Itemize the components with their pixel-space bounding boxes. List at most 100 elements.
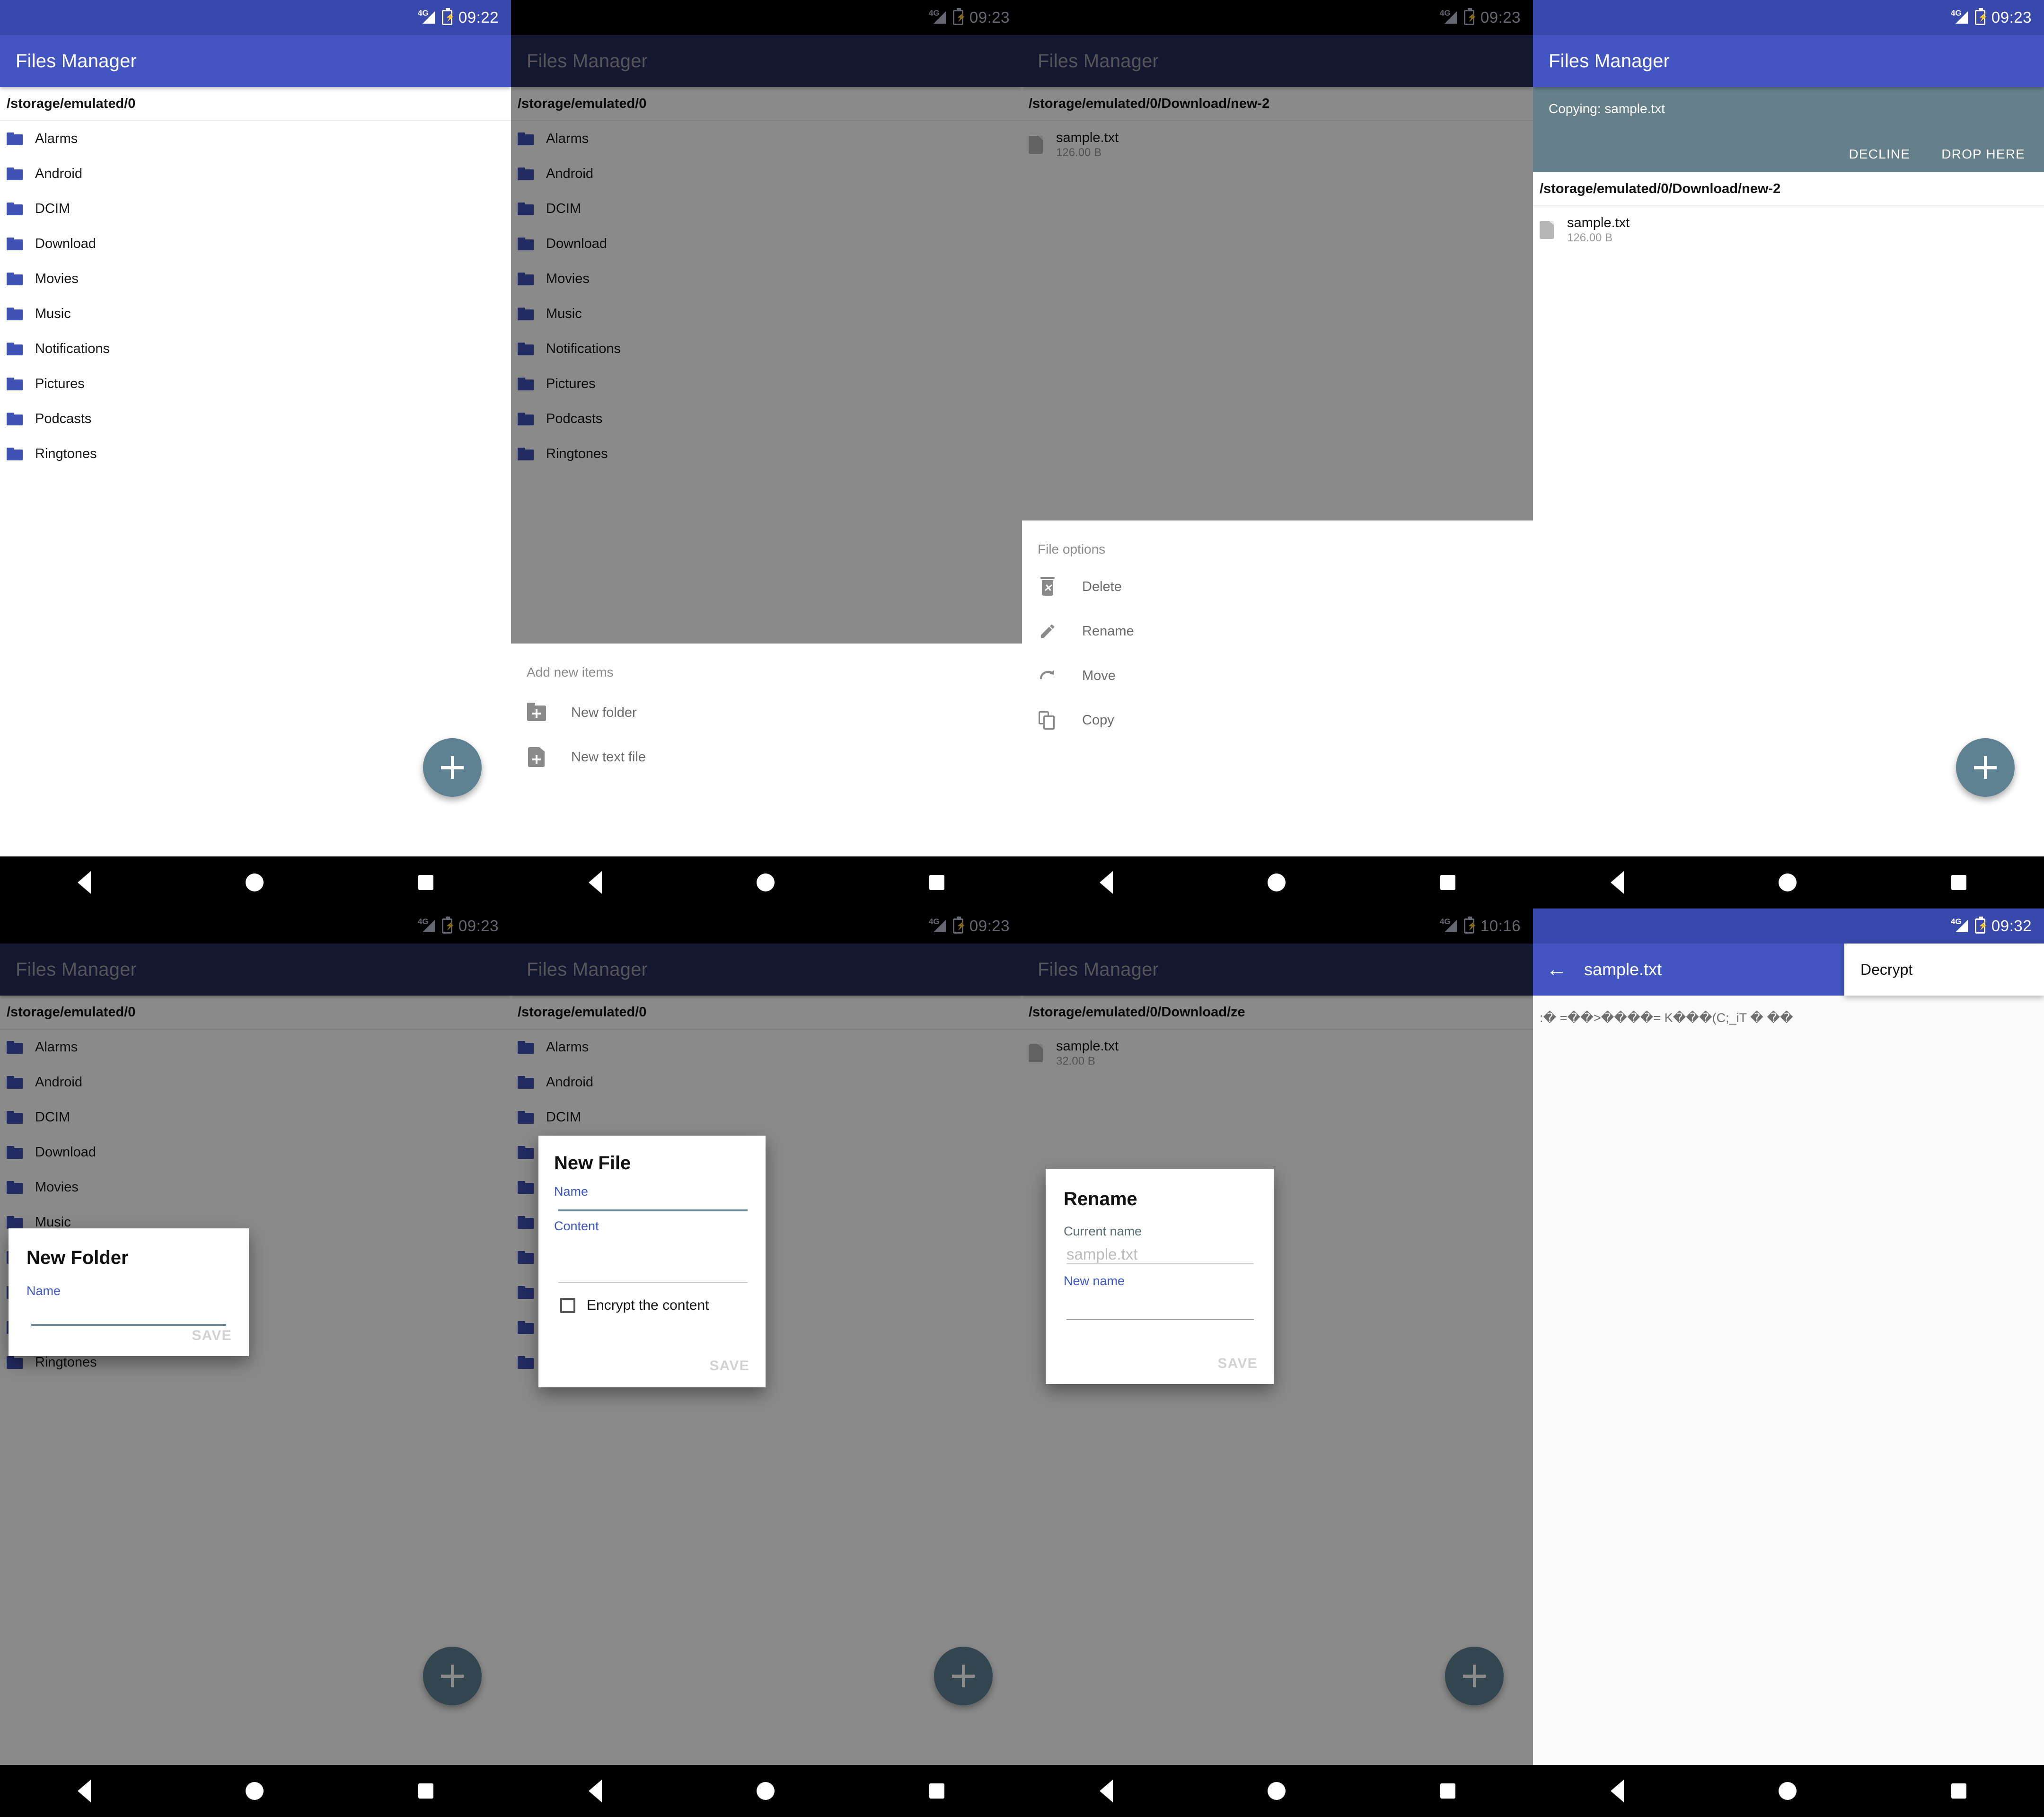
back-triangle-icon[interactable] xyxy=(1099,871,1113,894)
list-item-label: Notifications xyxy=(35,341,110,356)
sheet-item-delete[interactable]: ✕ Delete xyxy=(1022,565,1533,609)
list-item[interactable]: sample.txt 126.00 B xyxy=(1533,206,2044,254)
status-bar: 4G ⚡ 09:32 xyxy=(1533,908,2044,944)
rename-dialog: Rename Current name sample.txt New name … xyxy=(1046,1169,1274,1384)
file-options-sheet: File options ✕ Delete Rename Move Copy xyxy=(1022,520,1533,856)
list-item[interactable]: Download xyxy=(0,226,511,261)
recents-square-icon[interactable] xyxy=(1951,1783,1967,1799)
file-meta: sample.txt 126.00 B xyxy=(1567,215,1630,245)
android-nav-bar xyxy=(0,856,511,908)
list-item[interactable]: Android xyxy=(0,156,511,191)
sheet-item-label: Copy xyxy=(1082,712,1114,728)
save-button[interactable]: SAVE xyxy=(192,1328,232,1344)
text-file-icon xyxy=(1540,221,1554,239)
recents-square-icon[interactable] xyxy=(1440,875,1456,890)
android-nav-bar xyxy=(0,1765,511,1817)
copy-icon xyxy=(1038,710,1057,730)
back-arrow-icon[interactable]: ← xyxy=(1546,959,1567,980)
home-circle-icon[interactable] xyxy=(1267,1782,1286,1800)
name-input[interactable] xyxy=(558,1196,748,1211)
panel-add-new-items: 4G ⚡ 09:23 Files Manager /storage/emulat… xyxy=(511,0,1022,908)
folder-icon xyxy=(7,342,23,355)
recents-square-icon[interactable] xyxy=(418,1783,434,1799)
list-item[interactable]: Music xyxy=(0,296,511,331)
content-field-label: Content xyxy=(554,1219,599,1233)
file-list: sample.txt 126.00 B xyxy=(1533,206,2044,254)
sheet-item-label: New folder xyxy=(571,705,637,720)
home-circle-icon[interactable] xyxy=(1267,873,1286,891)
sheet-item-new-text-file[interactable]: New text file xyxy=(511,735,1022,779)
home-circle-icon[interactable] xyxy=(245,1782,264,1800)
back-triangle-icon[interactable] xyxy=(1610,1780,1624,1802)
recents-square-icon[interactable] xyxy=(1440,1783,1456,1799)
back-triangle-icon[interactable] xyxy=(77,871,91,894)
list-item[interactable]: Alarms xyxy=(0,121,511,156)
name-field-label: Name xyxy=(26,1284,61,1298)
list-item-label: Movies xyxy=(35,271,79,286)
add-fab-button[interactable] xyxy=(423,738,482,797)
list-item[interactable]: Movies xyxy=(0,261,511,296)
panel-file-options: 4G ⚡ 09:23 Files Manager /storage/emulat… xyxy=(1022,0,1533,908)
back-triangle-icon[interactable] xyxy=(588,871,602,894)
drop-here-button[interactable]: DROP HERE xyxy=(1941,147,2025,162)
list-item[interactable]: Podcasts xyxy=(0,401,511,436)
name-input[interactable] xyxy=(31,1309,226,1326)
encrypt-checkbox[interactable] xyxy=(560,1298,575,1313)
recents-square-icon[interactable] xyxy=(929,875,945,890)
current-name-label: Current name xyxy=(1064,1224,1142,1238)
status-bar: 4G ⚡ 09:22 xyxy=(0,0,511,35)
back-triangle-icon[interactable] xyxy=(588,1780,602,1802)
encrypt-checkbox-row[interactable]: Encrypt the content xyxy=(560,1297,709,1314)
back-triangle-icon[interactable] xyxy=(77,1780,91,1802)
signal-bars-icon: 4G xyxy=(418,9,436,26)
current-name-value: sample.txt xyxy=(1066,1245,1138,1263)
back-triangle-icon[interactable] xyxy=(1610,871,1624,894)
dialog-title: New Folder xyxy=(26,1247,129,1268)
battery-charging-icon: ⚡ xyxy=(1974,917,1988,934)
file-content-view: :� =��>����= K���(C;_iT � �� xyxy=(1533,996,2044,1765)
android-nav-bar xyxy=(1022,1765,1533,1817)
sheet-item-label: Move xyxy=(1082,668,1116,683)
back-triangle-icon[interactable] xyxy=(1099,1780,1113,1802)
dialog-title: Rename xyxy=(1064,1189,1137,1209)
home-circle-icon[interactable] xyxy=(1778,1782,1797,1800)
copy-status-text: Copying: sample.txt xyxy=(1549,101,1665,116)
move-arrow-icon xyxy=(1038,666,1057,686)
sheet-item-copy[interactable]: Copy xyxy=(1022,698,1533,742)
sheet-item-label: Delete xyxy=(1082,579,1122,594)
battery-charging-icon: ⚡ xyxy=(441,8,455,25)
android-nav-bar xyxy=(511,856,1022,908)
home-circle-icon[interactable] xyxy=(245,873,264,891)
save-button[interactable]: SAVE xyxy=(709,1358,749,1374)
home-circle-icon[interactable] xyxy=(1778,873,1797,891)
save-button[interactable]: SAVE xyxy=(1217,1356,1258,1372)
encrypt-checkbox-label: Encrypt the content xyxy=(587,1297,709,1313)
status-clock: 09:23 xyxy=(1991,9,2032,26)
recents-square-icon[interactable] xyxy=(929,1783,945,1799)
home-circle-icon[interactable] xyxy=(756,873,775,891)
decline-button[interactable]: DECLINE xyxy=(1849,147,1910,162)
recents-square-icon[interactable] xyxy=(418,875,434,890)
content-input[interactable] xyxy=(558,1244,748,1283)
new-folder-icon xyxy=(527,703,546,723)
sheet-header: Add new items xyxy=(527,665,614,679)
home-circle-icon[interactable] xyxy=(756,1782,775,1800)
list-item[interactable]: Ringtones xyxy=(0,436,511,471)
list-item[interactable]: DCIM xyxy=(0,191,511,226)
android-nav-bar xyxy=(1533,856,2044,908)
list-item[interactable]: Notifications xyxy=(0,331,511,366)
sheet-item-new-folder[interactable]: New folder xyxy=(511,690,1022,735)
list-item-label: Download xyxy=(35,236,96,251)
list-item[interactable]: Pictures xyxy=(0,366,511,401)
recents-square-icon[interactable] xyxy=(1951,875,1967,890)
sheet-item-move[interactable]: Move xyxy=(1022,653,1533,698)
menu-item-decrypt[interactable]: Decrypt xyxy=(1860,961,1912,979)
add-fab-button[interactable] xyxy=(1956,738,2015,797)
new-name-label: New name xyxy=(1064,1274,1125,1288)
modal-scrim[interactable] xyxy=(0,908,511,1817)
new-name-input[interactable] xyxy=(1066,1300,1254,1320)
list-item-label: Music xyxy=(35,306,71,321)
pencil-icon xyxy=(1038,621,1057,641)
panel-new-file-dialog: 4G ⚡ 09:23 Files Manager /storage/emulat… xyxy=(511,908,1022,1817)
sheet-item-rename[interactable]: Rename xyxy=(1022,609,1533,653)
